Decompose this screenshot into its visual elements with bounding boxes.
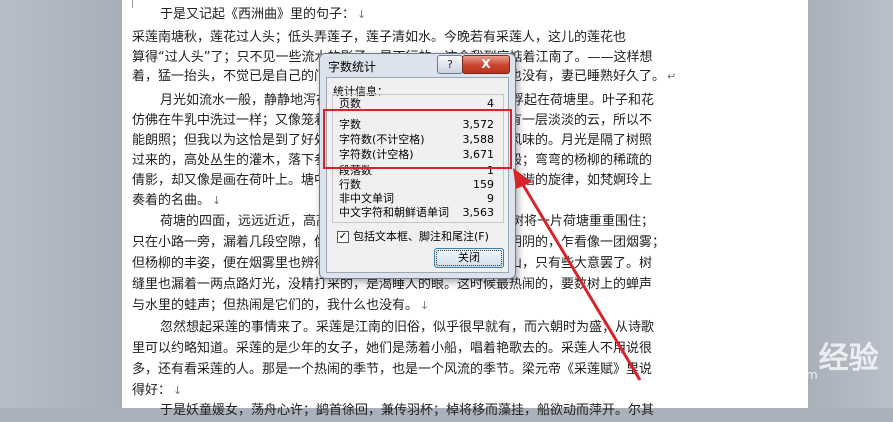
text-line: 多，还有看采莲的人。那是一个热闹的季节，也是一个风流的季节。梁元帝《采莲赋》里说 [132,362,653,377]
text-line: 于是妖童媛女，荡舟心许；鹢首徐回，兼传羽杯；棹将移而藻挂，船欲动而萍开。尔其 [160,403,655,418]
stat-chinese-chars: 中文字符和朝鲜语单词 3,563 [339,206,494,219]
text-line: 与水里的蛙声；但热闹是它们的，我什么也没有。 ↓ [132,298,430,313]
stat-non-chinese-words: 非中文单词 9 [339,192,494,205]
text-line: 忽然想起采莲的事情来了。采莲是江南的旧俗，似乎很早就有，而六朝时为盛；从诗歌 [160,320,655,335]
text-line: 里可以约略知道。采莲的是少年的女子，她们是荡着小船，唱着艳歌去的。采莲人不用说很 [132,341,653,356]
close-icon[interactable]: X [462,55,510,74]
close-button[interactable]: 关闭 [434,248,504,268]
text-line: 采莲南塘秋，莲花过人头；低头弄莲子，莲子清如水。今晚若有采莲人，这儿的莲花也 [132,30,627,45]
checkbox-icon[interactable]: ✓ [337,231,349,243]
text-line: 得好： ↓ [132,383,183,398]
dialog-title: 字数统计 [328,60,377,74]
stat-lines: 行数 159 [339,178,494,191]
dialog-body: 统计信息： 页数 4 字数 3,572 字符数(不计空格) 3,588 字符数(计空格… [326,77,509,273]
text-line: 于是又记起《西洲曲》里的句子： ↓ [160,7,367,22]
left-margin-area [0,0,122,408]
highlight-box [323,109,512,169]
help-button[interactable]: ? [437,55,463,74]
include-textboxes-checkbox[interactable]: ✓ 包括文本框、脚注和尾注(F) [337,228,489,244]
baidu-watermark-url: jingyan.baidu.com [707,368,818,382]
margin-corner-mark [132,0,133,8]
